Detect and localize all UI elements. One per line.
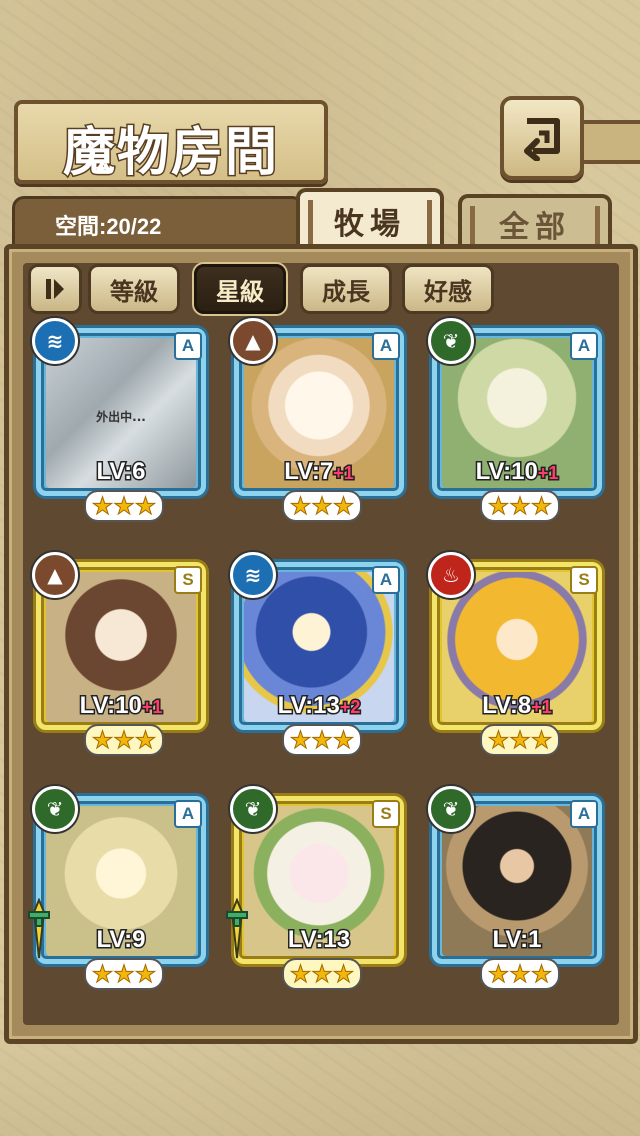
rank-badge: S <box>570 566 598 594</box>
star-rating: ★★★ <box>84 490 164 522</box>
rank-badge: S <box>372 800 400 828</box>
star-rating: ★★★ <box>480 958 560 990</box>
space-count: 空間:20/22 <box>55 214 162 239</box>
fire-element-icon: ♨ <box>428 552 474 598</box>
level-bonus: +2 <box>338 696 361 719</box>
level-bonus: +1 <box>332 462 355 485</box>
monster-card[interactable]: ❦ A LV:9 ★★★ <box>28 786 210 990</box>
rank-badge: A <box>570 800 598 828</box>
level-value: LV:10 <box>78 691 143 721</box>
level-value: LV:10 <box>474 457 539 487</box>
level-bonus: +1 <box>140 696 163 719</box>
sort-bar: 等級 星級 成長 好感 <box>28 264 608 314</box>
star-rating: ★★★ <box>84 958 164 990</box>
monster-level: LV:10+1 <box>428 457 606 487</box>
sort-growth-button[interactable]: 成長 <box>300 264 392 314</box>
tab-all[interactable]: 全部 <box>458 194 612 250</box>
star-rating: ★★★ <box>480 724 560 756</box>
tab-ranch[interactable]: 牧場 <box>296 188 444 250</box>
sort-level-button[interactable]: 等級 <box>88 264 180 314</box>
back-button[interactable] <box>500 96 584 180</box>
level-value: LV:8 <box>481 691 533 721</box>
monster-level: LV:7+1 <box>230 457 408 487</box>
water-element-icon: ≋ <box>230 552 276 598</box>
sort-toggle-icon <box>46 279 64 299</box>
monster-level: LV:1 <box>428 925 606 955</box>
title-plate: 魔物房間 <box>4 100 384 185</box>
monster-level: LV:13 <box>230 925 408 955</box>
level-bonus: +1 <box>530 696 553 719</box>
level-value: LV:7 <box>283 457 335 487</box>
wind-element-icon: ❦ <box>428 786 474 832</box>
page-title: 魔物房間 <box>61 121 279 185</box>
sort-star-button[interactable]: 星級 <box>194 264 286 314</box>
monster-card[interactable]: 外出中... ≋ A LV:6 ★★★ <box>32 318 210 522</box>
level-value: LV:13 <box>276 691 341 721</box>
monster-card[interactable]: ❦ S LV:13 ★★★ <box>226 786 408 990</box>
star-rating: ★★★ <box>282 958 362 990</box>
monster-card[interactable]: ❦ A LV:1 ★★★ <box>428 786 606 990</box>
wind-element-icon: ❦ <box>32 786 78 832</box>
level-value: LV:1 <box>491 925 543 955</box>
monster-level: LV:6 <box>32 457 210 487</box>
rank-badge: A <box>570 332 598 360</box>
wind-element-icon: ❦ <box>230 786 276 832</box>
level-value: LV:9 <box>95 925 147 955</box>
earth-element-icon: ▲ <box>32 552 78 598</box>
monster-level: LV:13+2 <box>230 691 408 721</box>
monster-card[interactable]: ❦ A LV:10+1 ★★★ <box>428 318 606 522</box>
back-return-icon <box>524 118 560 161</box>
monster-level: LV:9 <box>32 925 210 955</box>
star-rating: ★★★ <box>282 490 362 522</box>
monster-level: LV:8+1 <box>428 691 606 721</box>
level-value: LV:13 <box>286 925 351 955</box>
earth-element-icon: ▲ <box>230 318 276 364</box>
rank-badge: A <box>372 332 400 360</box>
sword-icon <box>226 898 248 959</box>
rank-badge: S <box>174 566 202 594</box>
monster-card[interactable]: ≋ A LV:13+2 ★★★ <box>230 552 408 756</box>
sword-icon <box>28 898 50 959</box>
rank-badge: A <box>174 332 202 360</box>
rank-badge: A <box>174 800 202 828</box>
sort-affection-button[interactable]: 好感 <box>402 264 494 314</box>
sort-toggle-button[interactable] <box>28 264 82 314</box>
star-rating: ★★★ <box>84 724 164 756</box>
away-status: 外出中... <box>96 410 146 424</box>
wind-element-icon: ❦ <box>428 318 474 364</box>
level-value: LV:6 <box>95 457 147 487</box>
monster-card[interactable]: ♨ S LV:8+1 ★★★ <box>428 552 606 756</box>
back-rail <box>576 120 640 164</box>
rank-badge: A <box>372 566 400 594</box>
monster-card[interactable]: ▲ A LV:7+1 ★★★ <box>230 318 408 522</box>
star-rating: ★★★ <box>282 724 362 756</box>
star-rating: ★★★ <box>480 490 560 522</box>
level-bonus: +1 <box>536 462 559 485</box>
monster-card[interactable]: ▲ S LV:10+1 ★★★ <box>32 552 210 756</box>
monster-level: LV:10+1 <box>32 691 210 721</box>
water-element-icon: ≋ <box>32 318 78 364</box>
space-bar: 空間:20/22 <box>12 196 304 247</box>
